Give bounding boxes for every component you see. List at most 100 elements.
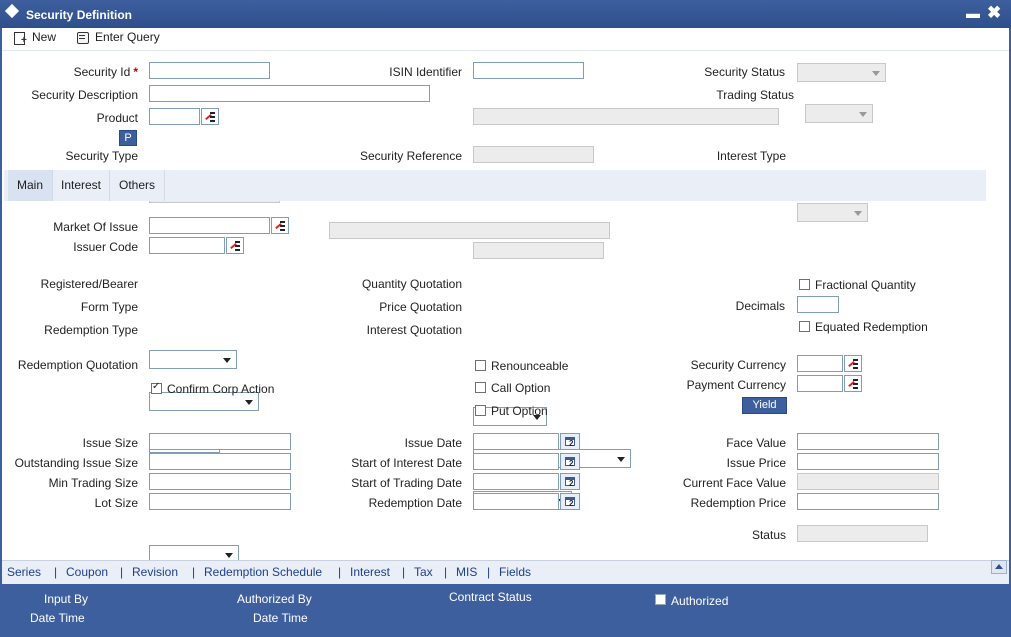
issue-date-calendar-icon[interactable]: 2 [560, 433, 580, 450]
payment-currency-label: Payment Currency [686, 378, 786, 392]
security-currency-input[interactable] [797, 355, 843, 372]
tab-others[interactable]: Others [110, 170, 165, 201]
redemption-date-calendar-icon[interactable]: 2 [560, 493, 580, 510]
link-separator: | [54, 565, 58, 579]
redemption-quotation-label: Redemption Quotation [17, 358, 138, 372]
registered-bearer-select[interactable] [149, 350, 237, 369]
redemption-type-label: Redemption Type [44, 323, 138, 337]
equated-redemption-label: Equated Redemption [815, 320, 928, 334]
date-time-label: Date Time [30, 611, 85, 625]
put-option-checkbox[interactable] [475, 405, 486, 416]
security-description-input[interactable] [149, 85, 430, 102]
security-status-select[interactable] [797, 63, 886, 82]
outstanding-issue-size-input[interactable] [149, 453, 291, 470]
p-button[interactable]: P [119, 130, 137, 146]
title-bar: Security Definition ▬ ✖ [0, 0, 1011, 28]
required-mark: * [133, 65, 138, 79]
link-tax[interactable]: Tax [414, 565, 433, 579]
status-label: Status [751, 528, 786, 542]
tab-interest[interactable]: Interest [53, 170, 110, 201]
minimize-icon[interactable]: ▬ [966, 6, 980, 20]
lot-size-input[interactable] [149, 493, 291, 510]
min-trading-size-label: Min Trading Size [48, 476, 138, 490]
start-of-trading-date-label: Start of Trading Date [351, 476, 462, 490]
start-of-trading-date-input[interactable] [473, 473, 559, 490]
issue-size-input[interactable] [149, 433, 291, 450]
payment-currency-input[interactable] [797, 375, 843, 392]
link-series[interactable]: Series [7, 565, 41, 579]
enter-query-button[interactable]: Enter Query [76, 30, 160, 44]
call-option-label: Call Option [491, 381, 551, 395]
renounceable-label: Renounceable [491, 359, 569, 373]
yield-button[interactable]: Yield [742, 397, 787, 414]
payment-currency-lov-icon[interactable] [844, 375, 862, 392]
min-trading-size-input[interactable] [149, 473, 291, 490]
new-button[interactable]: + New [13, 30, 56, 45]
interest-type-select[interactable] [797, 203, 868, 222]
contract-status-label: Contract Status [449, 590, 532, 604]
close-icon[interactable]: ✖ [987, 3, 1001, 23]
fractional-quantity-checkbox[interactable] [799, 279, 810, 290]
security-type-label: Security Type [65, 149, 138, 163]
scroll-up-icon[interactable] [991, 560, 1007, 574]
link-separator: | [120, 565, 124, 579]
audit-footer: Input By Date Time Authorized By Date Ti… [2, 584, 1009, 637]
confirm-corp-action-checkbox[interactable]: ✓ [151, 381, 162, 394]
renounceable-checkbox[interactable] [475, 360, 486, 371]
isin-identifier-input[interactable] [473, 62, 584, 79]
market-of-issue-label: Market Of Issue [53, 220, 138, 234]
issuer-code-description-display [473, 242, 604, 259]
trading-status-select[interactable] [805, 104, 873, 123]
issue-price-input[interactable] [797, 453, 939, 470]
checkmark-icon: ✓ [152, 381, 161, 392]
call-option-checkbox[interactable] [475, 382, 486, 393]
product-description-display [473, 108, 779, 125]
equated-redemption-checkbox[interactable] [799, 321, 810, 332]
start-of-interest-date-input[interactable] [473, 453, 559, 470]
link-revision[interactable]: Revision [132, 565, 178, 579]
window-border-left [0, 28, 2, 637]
interest-quotation-label: Interest Quotation [366, 323, 462, 337]
confirm-corp-action-label: Confirm Corp Action [167, 382, 275, 396]
redemption-date-input[interactable] [473, 493, 559, 510]
link-mis[interactable]: MIS [456, 565, 477, 579]
query-icon [76, 31, 90, 44]
issuer-code-input[interactable] [149, 237, 225, 254]
issue-date-input[interactable] [473, 433, 559, 450]
face-value-input[interactable] [797, 433, 939, 450]
link-interest[interactable]: Interest [350, 565, 390, 579]
product-input[interactable] [149, 108, 200, 125]
new-document-icon: + [13, 31, 27, 45]
market-of-issue-input[interactable] [149, 217, 270, 234]
authorized-by-label: Authorized By [237, 592, 312, 606]
authorized-date-time-label: Date Time [253, 611, 308, 625]
issue-price-label: Issue Price [726, 456, 786, 470]
security-id-input[interactable] [149, 62, 270, 79]
security-id-label: Security Id * [73, 65, 138, 79]
authorized-checkbox[interactable] [655, 594, 666, 605]
link-separator: | [338, 565, 342, 579]
security-currency-lov-icon[interactable] [844, 355, 862, 372]
price-quotation-label: Price Quotation [379, 300, 462, 314]
link-separator: | [402, 565, 406, 579]
subsystem-links-bar: Series | Coupon | Revision | Redemption … [2, 560, 1009, 585]
market-of-issue-lov-icon[interactable] [271, 217, 289, 234]
issuer-code-label: Issuer Code [73, 240, 138, 254]
registered-bearer-label: Registered/Bearer [40, 277, 138, 291]
issue-size-label: Issue Size [82, 436, 138, 450]
outstanding-issue-size-label: Outstanding Issue Size [14, 456, 138, 470]
link-coupon[interactable]: Coupon [66, 565, 108, 579]
input-by-label: Input By [44, 592, 89, 606]
redemption-price-input[interactable] [797, 493, 939, 510]
link-redemption-schedule[interactable]: Redemption Schedule [204, 565, 322, 579]
form-type-label: Form Type [80, 300, 138, 314]
issuer-code-lov-icon[interactable] [226, 237, 244, 254]
start-of-trading-date-calendar-icon[interactable]: 2 [560, 473, 580, 490]
start-of-interest-date-calendar-icon[interactable]: 2 [560, 453, 580, 470]
product-label: Product [96, 111, 138, 125]
product-lov-icon[interactable] [201, 108, 219, 125]
link-fields[interactable]: Fields [499, 565, 531, 579]
decimals-input[interactable] [797, 296, 839, 313]
tab-main[interactable]: Main [8, 170, 53, 201]
security-currency-label: Security Currency [690, 358, 786, 372]
